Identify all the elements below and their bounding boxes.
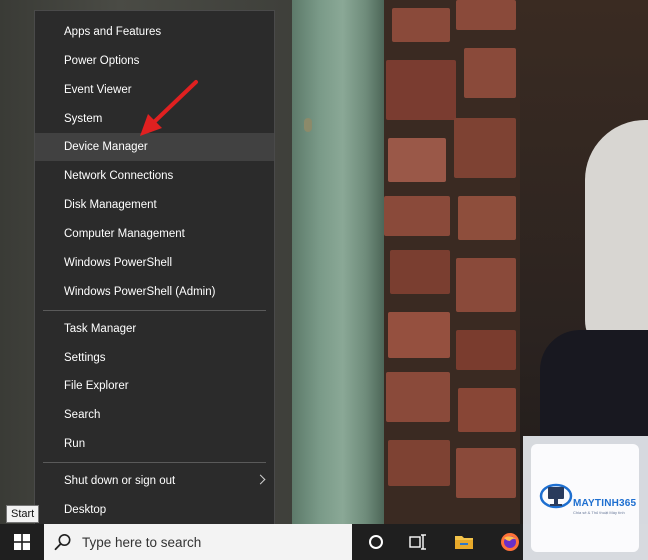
menu-item-computer-management[interactable]: Computer Management xyxy=(35,220,274,248)
menu-item-power-options[interactable]: Power Options xyxy=(35,47,274,75)
menu-item-file-explorer[interactable]: File Explorer xyxy=(35,372,274,400)
task-view-icon xyxy=(409,534,426,550)
watermark-name: MAYTINH365 xyxy=(573,498,637,509)
menu-item-shut-down-or-sign-out[interactable]: Shut down or sign out xyxy=(35,467,274,495)
taskbar-search-box[interactable]: Type here to search xyxy=(44,524,352,560)
file-explorer-icon xyxy=(455,536,473,549)
search-placeholder: Type here to search xyxy=(82,534,202,550)
menu-item-apps-and-features[interactable]: Apps and Features xyxy=(35,18,274,46)
maytinh365-logo-icon xyxy=(539,483,573,509)
firefox-icon xyxy=(501,533,519,551)
search-icon xyxy=(54,534,71,551)
menu-item-settings[interactable]: Settings xyxy=(35,344,274,372)
menu-separator xyxy=(43,462,266,463)
cortana-circle-icon xyxy=(369,535,383,549)
menu-item-disk-management[interactable]: Disk Management xyxy=(35,191,274,219)
cortana-button[interactable] xyxy=(356,524,396,560)
background-pillar xyxy=(292,0,384,560)
menu-item-run[interactable]: Run xyxy=(35,430,274,458)
menu-item-search[interactable]: Search xyxy=(35,401,274,429)
watermark-tagline: Chia sẻ & Thủ thuật Máy tính xyxy=(573,510,625,515)
menu-item-windows-powershell-admin[interactable]: Windows PowerShell (Admin) xyxy=(35,278,274,306)
menu-item-desktop[interactable]: Desktop xyxy=(35,496,274,524)
menu-item-task-manager[interactable]: Task Manager xyxy=(35,315,274,343)
watermark: MAYTINH365 Chia sẻ & Thủ thuật Máy tính xyxy=(523,436,648,560)
chevron-right-icon xyxy=(255,474,266,485)
menu-separator xyxy=(43,310,266,311)
menu-item-windows-powershell[interactable]: Windows PowerShell xyxy=(35,249,274,277)
background-bricks xyxy=(384,0,524,560)
file-explorer-button[interactable] xyxy=(444,524,484,560)
windows-logo-icon xyxy=(14,534,30,550)
start-tooltip: Start xyxy=(6,505,40,523)
menu-item-network-connections[interactable]: Network Connections xyxy=(35,162,274,190)
start-button[interactable] xyxy=(0,524,44,560)
task-view-button[interactable] xyxy=(398,524,438,560)
red-arrow-annotation xyxy=(140,80,198,136)
